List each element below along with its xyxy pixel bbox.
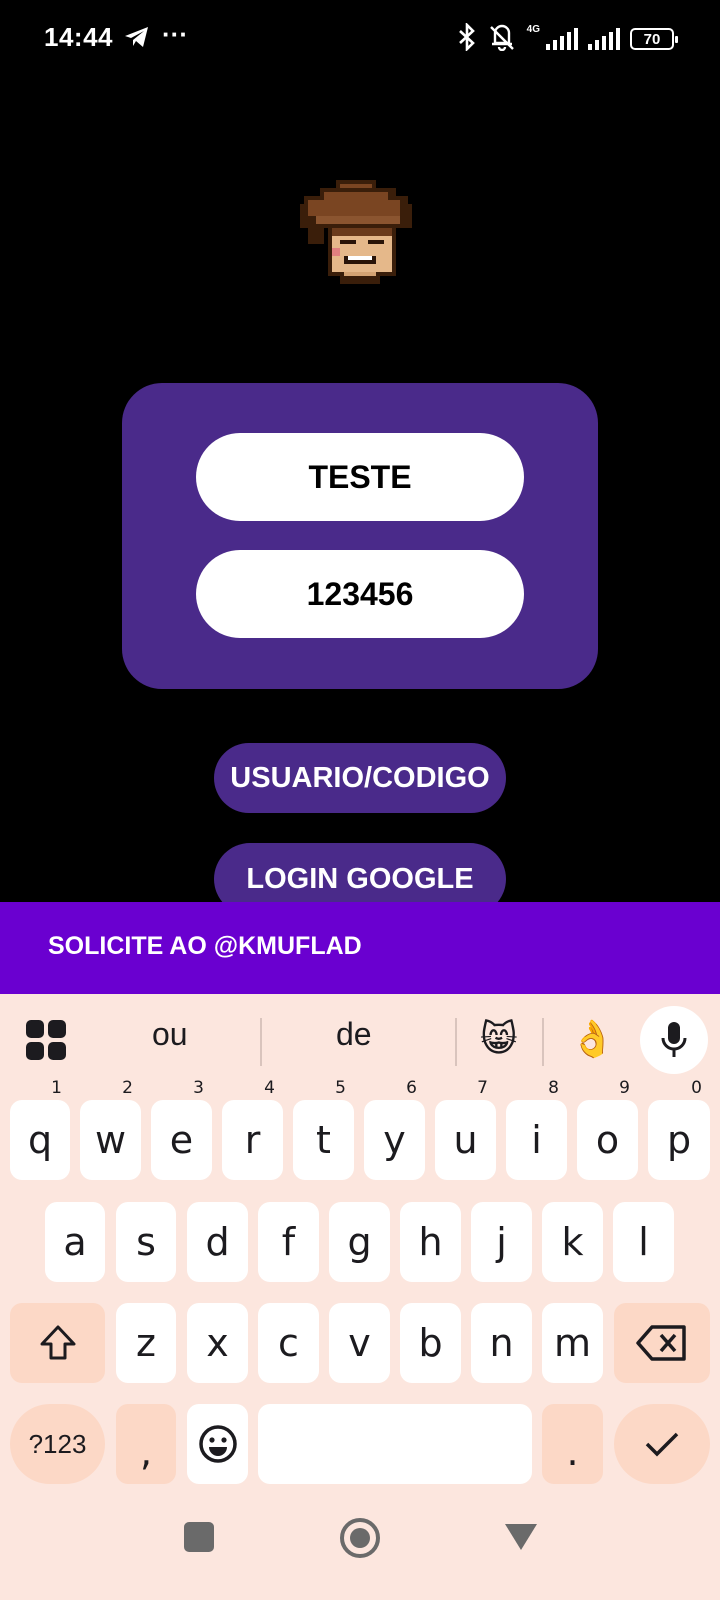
enter-key[interactable] bbox=[614, 1404, 710, 1484]
suggestion-strip: ou de 😸 👌 bbox=[0, 994, 720, 1088]
key-p[interactable]: p0 bbox=[648, 1080, 710, 1180]
key-label: o bbox=[595, 1118, 620, 1162]
home-icon[interactable] bbox=[340, 1518, 380, 1558]
divider bbox=[542, 1018, 544, 1066]
battery-icon: 70 bbox=[630, 28, 678, 50]
status-time: 14:44 bbox=[44, 22, 113, 52]
suggestion-2[interactable]: de bbox=[336, 1016, 372, 1053]
shift-key[interactable] bbox=[10, 1303, 105, 1383]
key-l[interactable]: l bbox=[613, 1202, 674, 1282]
navigation-bar bbox=[0, 1480, 720, 1600]
key-hint: 8 bbox=[548, 1078, 559, 1098]
key-k[interactable]: k bbox=[542, 1202, 603, 1282]
key-hint: 9 bbox=[619, 1078, 630, 1098]
password-input[interactable]: 123456 bbox=[196, 550, 524, 638]
key-label: i bbox=[531, 1118, 542, 1162]
soft-keyboard: ou de 😸 👌 q1 w2 e3 r4 t5 y6 u7 i8 o9 p0 … bbox=[0, 994, 720, 1600]
login-card: TESTE 123456 bbox=[122, 383, 598, 689]
emoji-key[interactable] bbox=[187, 1404, 248, 1484]
signal-icon-2 bbox=[588, 28, 620, 50]
status-icons: 4G 70 bbox=[457, 21, 678, 56]
key-t[interactable]: t5 bbox=[293, 1080, 354, 1180]
divider bbox=[455, 1018, 457, 1066]
key-q[interactable]: q1 bbox=[10, 1080, 70, 1180]
key-i[interactable]: i8 bbox=[506, 1080, 567, 1180]
key-u[interactable]: u7 bbox=[435, 1080, 496, 1180]
telegram-icon bbox=[124, 26, 150, 53]
key-m[interactable]: m bbox=[542, 1303, 603, 1383]
smiley-icon bbox=[198, 1425, 237, 1463]
voice-input-button[interactable] bbox=[640, 1006, 708, 1074]
emoji-suggestion-2[interactable]: 👌 bbox=[570, 1018, 615, 1060]
key-j[interactable]: j bbox=[471, 1202, 532, 1282]
key-label: r bbox=[244, 1118, 261, 1162]
network-type: 4G bbox=[526, 23, 540, 35]
key-e[interactable]: e3 bbox=[151, 1080, 212, 1180]
key-hint: 1 bbox=[51, 1078, 62, 1098]
comma-key[interactable]: , bbox=[116, 1404, 176, 1484]
backspace-key[interactable] bbox=[614, 1303, 710, 1383]
key-label: u bbox=[453, 1118, 478, 1162]
key-d[interactable]: d bbox=[187, 1202, 248, 1282]
key-b[interactable]: b bbox=[400, 1303, 461, 1383]
key-label: p bbox=[666, 1118, 692, 1162]
key-g[interactable]: g bbox=[329, 1202, 390, 1282]
banner-text: SOLICITE AO @KMUFLAD bbox=[48, 932, 362, 960]
period-key[interactable]: . bbox=[542, 1404, 603, 1484]
key-hint: 3 bbox=[193, 1078, 204, 1098]
checkmark-icon bbox=[645, 1432, 679, 1457]
key-hint: 4 bbox=[264, 1078, 275, 1098]
key-label: q bbox=[27, 1118, 53, 1162]
key-f[interactable]: f bbox=[258, 1202, 319, 1282]
key-hint: 7 bbox=[477, 1078, 488, 1098]
space-key[interactable] bbox=[258, 1404, 532, 1484]
signal-icon bbox=[546, 28, 578, 50]
symbols-key[interactable]: ?123 bbox=[10, 1404, 105, 1484]
key-r[interactable]: r4 bbox=[222, 1080, 283, 1180]
vibrate-off-icon bbox=[487, 23, 517, 56]
key-label: w bbox=[94, 1118, 127, 1162]
key-label: e bbox=[169, 1118, 194, 1162]
username-input[interactable]: TESTE bbox=[196, 433, 524, 521]
key-h[interactable]: h bbox=[400, 1202, 461, 1282]
key-o[interactable]: o9 bbox=[577, 1080, 638, 1180]
request-banner: SOLICITE AO @KMUFLAD bbox=[0, 902, 720, 994]
key-s[interactable]: s bbox=[116, 1202, 176, 1282]
recents-icon[interactable] bbox=[184, 1522, 214, 1552]
bluetooth-icon bbox=[457, 21, 477, 56]
apps-grid-icon[interactable] bbox=[26, 1020, 66, 1060]
divider bbox=[260, 1018, 262, 1066]
key-a[interactable]: a bbox=[45, 1202, 105, 1282]
microphone-icon bbox=[661, 1022, 687, 1057]
backspace-icon bbox=[636, 1325, 686, 1361]
emoji-suggestion-1[interactable]: 😸 bbox=[480, 1018, 518, 1060]
back-icon[interactable] bbox=[504, 1522, 538, 1552]
shift-icon bbox=[40, 1325, 75, 1360]
key-n[interactable]: n bbox=[471, 1303, 532, 1383]
key-hint: 2 bbox=[122, 1078, 133, 1098]
suggestion-1[interactable]: ou bbox=[152, 1016, 188, 1053]
user-code-button[interactable]: USUARIO/CODIGO bbox=[214, 743, 506, 813]
key-x[interactable]: x bbox=[187, 1303, 248, 1383]
key-v[interactable]: v bbox=[329, 1303, 390, 1383]
key-z[interactable]: z bbox=[116, 1303, 176, 1383]
battery-level: 70 bbox=[643, 30, 661, 48]
key-hint: 0 bbox=[691, 1078, 702, 1098]
key-label: t bbox=[316, 1118, 331, 1162]
key-hint: 6 bbox=[406, 1078, 417, 1098]
key-c[interactable]: c bbox=[258, 1303, 319, 1383]
key-w[interactable]: w2 bbox=[80, 1080, 141, 1180]
pixel-avatar-image bbox=[300, 180, 412, 284]
key-label: y bbox=[383, 1118, 406, 1162]
key-y[interactable]: y6 bbox=[364, 1080, 425, 1180]
more-notifications-icon: ··· bbox=[162, 19, 188, 49]
status-bar: 14:44 ··· 4G 70 bbox=[0, 0, 720, 80]
key-hint: 5 bbox=[335, 1078, 346, 1098]
